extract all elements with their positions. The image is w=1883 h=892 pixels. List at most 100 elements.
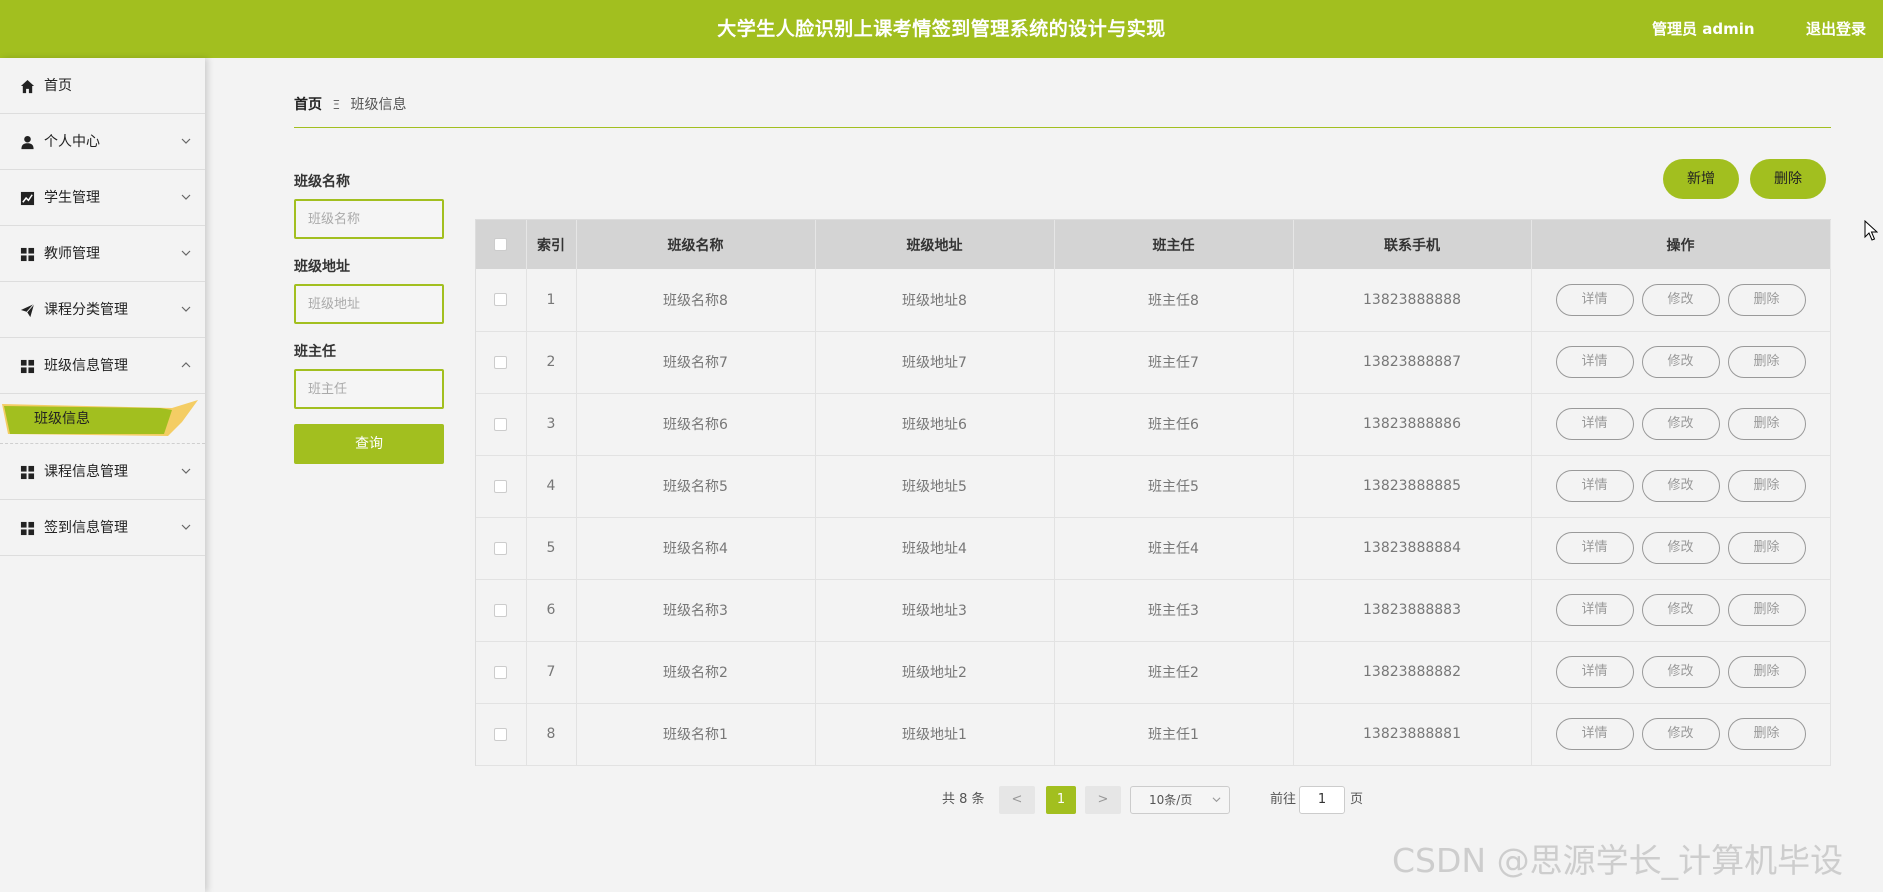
- detail-button[interactable]: 详情: [1555, 346, 1634, 378]
- column-header: 索引: [526, 220, 577, 269]
- cell-index: 3: [526, 393, 577, 456]
- delete-button[interactable]: 删除: [1727, 346, 1806, 378]
- select-all-checkbox[interactable]: [494, 238, 508, 251]
- delete-button[interactable]: 删除: [1727, 532, 1806, 564]
- cell-head-teacher: 班主任2: [1054, 641, 1294, 704]
- edit-button[interactable]: 修改: [1641, 408, 1720, 440]
- page-number-button[interactable]: 1: [1046, 786, 1076, 814]
- cell-class-address: 班级地址4: [815, 517, 1055, 580]
- delete-button[interactable]: 删除: [1727, 470, 1806, 502]
- cell-index: 7: [526, 641, 577, 704]
- delete-button[interactable]: 删除: [1727, 718, 1806, 750]
- row-checkbox[interactable]: [494, 665, 508, 679]
- sidebar-item-label: 班级信息管理: [44, 358, 128, 374]
- detail-button[interactable]: 详情: [1555, 470, 1634, 502]
- breadcrumb-home[interactable]: 首页: [294, 97, 322, 113]
- edit-button[interactable]: 修改: [1641, 346, 1720, 378]
- grid-icon: [20, 465, 35, 480]
- cell-class-address: 班级地址8: [815, 269, 1055, 332]
- cell-head-teacher: 班主任3: [1054, 579, 1294, 642]
- detail-button[interactable]: 详情: [1555, 656, 1634, 688]
- row-checkbox[interactable]: [494, 293, 508, 307]
- sidebar-item-class-info-management[interactable]: 班级信息管理: [0, 338, 205, 394]
- sidebar-subitem-label: 班级信息: [34, 411, 90, 427]
- goto-page-input[interactable]: 1: [1299, 786, 1345, 814]
- edit-button[interactable]: 修改: [1641, 718, 1720, 750]
- cell-actions: 详情 修改 删除: [1531, 641, 1831, 704]
- sidebar-item-label: 个人中心: [44, 134, 100, 150]
- class-address-label: 班级地址: [294, 259, 350, 275]
- cell-phone: 13823888882: [1293, 641, 1532, 704]
- cell-class-address: 班级地址5: [815, 455, 1055, 518]
- watermark-text: CSDN @思源学长_计算机毕设: [1392, 841, 1844, 880]
- cell-phone: 13823888881: [1293, 703, 1532, 766]
- row-checkbox[interactable]: [494, 727, 508, 741]
- row-checkbox[interactable]: [494, 541, 508, 555]
- cell-phone: 13823888884: [1293, 517, 1532, 580]
- cell-phone: 13823888885: [1293, 455, 1532, 518]
- table-header-row: 索引 班级名称 班级地址 班主任 联系手机 操作: [476, 220, 1831, 269]
- sidebar-item-label: 教师管理: [44, 246, 100, 262]
- table-row: 7 班级名称2 班级地址2 班主任2 13823888882 详情 修改 删除: [476, 641, 1831, 704]
- edit-button[interactable]: 修改: [1641, 656, 1720, 688]
- breadcrumb-divider: [294, 127, 1831, 128]
- breadcrumb: 首页 Ξ 班级信息: [294, 94, 407, 114]
- batch-delete-button[interactable]: 删除: [1750, 159, 1826, 199]
- class-address-input[interactable]: [294, 284, 444, 324]
- delete-button[interactable]: 删除: [1727, 408, 1806, 440]
- cell-actions: 详情 修改 删除: [1531, 455, 1831, 518]
- table-row: 5 班级名称4 班级地址4 班主任4 13823888884 详情 修改 删除: [476, 517, 1831, 580]
- class-name-input[interactable]: [294, 199, 444, 239]
- detail-button[interactable]: 详情: [1555, 594, 1634, 626]
- sidebar-item-label: 课程信息管理: [44, 464, 128, 480]
- row-checkbox[interactable]: [494, 479, 508, 493]
- sidebar-item-home[interactable]: 首页: [0, 58, 205, 114]
- sidebar-item-teacher-management[interactable]: 教师管理: [0, 226, 205, 282]
- chevron-down-icon: [181, 250, 191, 256]
- sidebar: 首页 个人中心 学生管理 教师管理 课程分类管理 班级信息管理 班级信息 课程信…: [0, 58, 205, 892]
- send-icon: [20, 303, 35, 318]
- head-teacher-input[interactable]: [294, 369, 444, 409]
- sidebar-subitem-class-info[interactable]: 班级信息: [0, 394, 205, 444]
- logout-link[interactable]: 退出登录: [1806, 0, 1866, 58]
- delete-button[interactable]: 删除: [1727, 283, 1806, 316]
- page-size-select[interactable]: 10条/页: [1130, 786, 1230, 814]
- add-button[interactable]: 新增: [1663, 159, 1739, 199]
- sidebar-item-personal-center[interactable]: 个人中心: [0, 114, 205, 170]
- row-checkbox[interactable]: [494, 603, 508, 617]
- detail-button[interactable]: 详情: [1555, 283, 1634, 316]
- sidebar-item-checkin-info-management[interactable]: 签到信息管理: [0, 500, 205, 556]
- edit-button[interactable]: 修改: [1641, 594, 1720, 626]
- user-icon: [21, 135, 34, 150]
- sidebar-item-course-info-management[interactable]: 课程信息管理: [0, 444, 205, 500]
- select-all-cell: [476, 220, 527, 269]
- sidebar-item-student-management[interactable]: 学生管理: [0, 170, 205, 226]
- cell-class-address: 班级地址3: [815, 579, 1055, 642]
- prev-page-button[interactable]: <: [999, 786, 1035, 814]
- sidebar-item-course-category-management[interactable]: 课程分类管理: [0, 282, 205, 338]
- next-page-button[interactable]: >: [1085, 786, 1121, 814]
- cell-actions: 详情 修改 删除: [1531, 393, 1831, 456]
- detail-button[interactable]: 详情: [1555, 408, 1634, 440]
- mouse-cursor-icon: [1864, 220, 1878, 241]
- table-row: 6 班级名称3 班级地址3 班主任3 13823888883 详情 修改 删除: [476, 579, 1831, 642]
- query-button[interactable]: 查询: [294, 424, 444, 464]
- delete-button[interactable]: 删除: [1727, 656, 1806, 688]
- edit-button[interactable]: 修改: [1641, 283, 1720, 316]
- detail-button[interactable]: 详情: [1555, 718, 1634, 750]
- sidebar-item-label: 课程分类管理: [44, 302, 128, 318]
- active-brush-highlight: [2, 400, 198, 436]
- row-checkbox[interactable]: [494, 417, 508, 431]
- delete-button[interactable]: 删除: [1727, 594, 1806, 626]
- column-header: 联系手机: [1293, 220, 1532, 269]
- cell-class-name: 班级名称6: [576, 393, 816, 456]
- cell-class-address: 班级地址2: [815, 641, 1055, 704]
- row-checkbox[interactable]: [494, 355, 508, 369]
- chevron-up-icon: [181, 362, 191, 368]
- chevron-down-icon: [181, 138, 191, 144]
- cell-actions: 详情 修改 删除: [1531, 269, 1831, 332]
- admin-label: 管理员 admin: [1652, 20, 1755, 38]
- edit-button[interactable]: 修改: [1641, 532, 1720, 564]
- detail-button[interactable]: 详情: [1555, 532, 1634, 564]
- edit-button[interactable]: 修改: [1641, 470, 1720, 502]
